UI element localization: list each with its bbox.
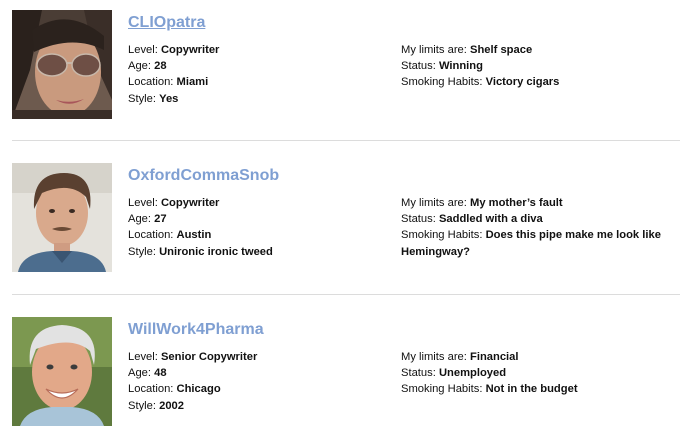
profile-details-right: My limits are: Financial Status: Unemplo… bbox=[401, 349, 673, 398]
woman-sunglasses-portrait-icon bbox=[12, 10, 112, 119]
profile-photo-oxfordcommasnob[interactable] bbox=[12, 163, 112, 272]
profile-username-link[interactable]: OxfordCommaSnob bbox=[128, 167, 279, 185]
level-row: Level: Senior Copywriter bbox=[128, 351, 258, 363]
location-row: Location: Chicago bbox=[128, 383, 221, 396]
man-mustache-portrait-icon bbox=[12, 163, 112, 272]
profile-username-link[interactable]: CLIOpatra bbox=[128, 14, 205, 32]
limits-row: My limits are: My mother’s fault bbox=[401, 197, 563, 209]
smoking-habits-row: Smoking Habits: Does this pipe make me l… bbox=[401, 229, 661, 258]
smoking-habits-row: Smoking Habits: Victory cigars bbox=[401, 76, 560, 89]
limits-row: My limits are: Shelf space bbox=[401, 44, 533, 56]
profile-photo-willwork4pharma[interactable] bbox=[12, 317, 112, 426]
profile-divider bbox=[12, 140, 680, 141]
profile-divider bbox=[12, 294, 680, 295]
style-row: Style: 2002 bbox=[128, 399, 184, 412]
profile-details-left: Level: Copywriter Age: 28 Location: Miam… bbox=[128, 42, 378, 107]
profile-details-left: Level: Copywriter Age: 27 Location: Aust… bbox=[128, 195, 378, 260]
profile-details-right: My limits are: Shelf space Status: Winni… bbox=[401, 42, 673, 91]
location-row: Location: Austin bbox=[128, 229, 212, 242]
status-row: Status: Winning bbox=[401, 60, 483, 73]
profile-details-left: Level: Senior Copywriter Age: 48 Locatio… bbox=[128, 349, 378, 414]
profile-card-oxfordcommasnob: OxfordCommaSnob Level: Copywriter Age: 2… bbox=[0, 153, 680, 283]
age-row: Age: 48 bbox=[128, 367, 167, 380]
level-row: Level: Copywriter bbox=[128, 197, 220, 209]
profile-card-cliopatra: CLIOpatra Level: Copywriter Age: 28 Loca… bbox=[0, 0, 680, 130]
location-row: Location: Miami bbox=[128, 76, 209, 89]
profile-username-link[interactable]: WillWork4Pharma bbox=[128, 321, 264, 339]
profile-details-right: My limits are: My mother’s fault Status:… bbox=[401, 195, 673, 260]
smiling-gray-haired-man-portrait-icon bbox=[12, 317, 112, 426]
level-row: Level: Copywriter bbox=[128, 44, 220, 56]
profile-photo-cliopatra[interactable] bbox=[12, 10, 112, 119]
status-row: Status: Saddled with a diva bbox=[401, 213, 543, 226]
status-row: Status: Unemployed bbox=[401, 367, 507, 380]
profile-card-willwork4pharma: WillWork4Pharma Level: Senior Copywriter… bbox=[0, 307, 680, 437]
limits-row: My limits are: Financial bbox=[401, 351, 519, 363]
style-row: Style: Unironic ironic tweed bbox=[128, 245, 273, 258]
smoking-habits-row: Smoking Habits: Not in the budget bbox=[401, 383, 578, 396]
style-row: Style: Yes bbox=[128, 92, 179, 105]
age-row: Age: 28 bbox=[128, 60, 167, 73]
age-row: Age: 27 bbox=[128, 213, 167, 226]
